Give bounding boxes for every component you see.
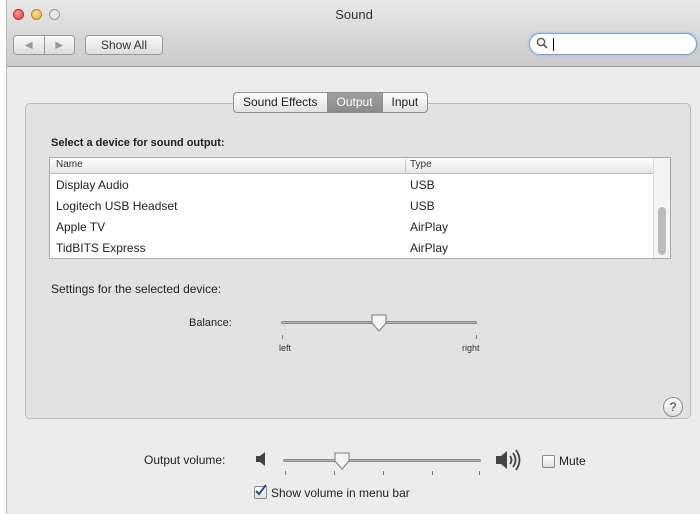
text-caret (553, 38, 554, 51)
table-row[interactable]: Logitech USB Headset USB (50, 196, 654, 216)
device-name: Apple TV (56, 220, 106, 234)
device-name: TidBITS Express (56, 241, 146, 255)
table-row[interactable]: TidBITS Express AirPlay (50, 238, 654, 258)
table-scrollbar[interactable] (653, 158, 670, 258)
column-header-name[interactable]: Name (56, 159, 83, 170)
back-forward-control: ◀ ▶ (13, 35, 75, 55)
slider-tick (432, 471, 433, 475)
help-button[interactable]: ? (663, 397, 683, 417)
search-input[interactable] (552, 36, 690, 52)
tab-output[interactable]: Output (326, 93, 382, 112)
back-button[interactable]: ◀ (14, 36, 44, 54)
search-field[interactable] (529, 33, 697, 55)
device-name: Display Audio (56, 178, 129, 192)
scrollbar-thumb[interactable] (658, 207, 666, 255)
mute-checkbox[interactable] (542, 455, 555, 468)
toolbar: Sound ◀ ▶ Show All (7, 0, 700, 67)
checkmark-icon (255, 484, 267, 496)
device-type: USB (410, 178, 435, 192)
slider-tick (476, 335, 477, 339)
slider-tick (282, 335, 283, 339)
output-device-table: Name Type Display Audio USB Logitech USB… (49, 157, 671, 259)
speaker-low-icon (256, 452, 265, 466)
section-title: Select a device for sound output: (51, 137, 225, 149)
device-type: AirPlay (410, 241, 449, 255)
search-icon (536, 37, 548, 49)
table-row[interactable]: Apple TV AirPlay (50, 217, 654, 237)
tab-bar: Sound Effects Output Input (233, 92, 429, 113)
balance-right-label: right (462, 343, 480, 353)
volume-slider-track[interactable] (283, 459, 481, 462)
balance-slider-knob[interactable] (370, 313, 388, 333)
column-divider (405, 159, 406, 172)
device-name: Logitech USB Headset (56, 199, 178, 213)
content-panel (25, 103, 691, 419)
slider-tick (383, 471, 384, 475)
slider-tick (334, 471, 335, 475)
settings-label: Settings for the selected device: (51, 282, 222, 296)
sound-preferences-window: Sound ◀ ▶ Show All Sound Effects Output … (6, 0, 700, 514)
device-type: USB (410, 199, 435, 213)
column-header-type[interactable]: Type (410, 159, 432, 170)
table-row[interactable]: Display Audio USB (50, 175, 654, 195)
output-volume-label: Output volume: (144, 453, 226, 467)
slider-tick (285, 471, 286, 475)
balance-left-label: left (279, 343, 292, 353)
tab-sound-effects[interactable]: Sound Effects (234, 93, 326, 112)
balance-label: Balance: (189, 317, 232, 329)
slider-tick (479, 471, 480, 475)
volume-slider-knob[interactable] (333, 451, 351, 471)
tab-input[interactable]: Input (381, 93, 428, 112)
forward-button[interactable]: ▶ (43, 36, 75, 54)
device-type: AirPlay (410, 220, 449, 234)
mute-label: Mute (559, 454, 586, 468)
window-title: Sound (335, 7, 373, 22)
speaker-high-icon (496, 449, 521, 471)
show-volume-in-menu-bar-label: Show volume in menu bar (271, 486, 410, 500)
table-header: Name Type (50, 158, 654, 174)
show-all-button[interactable]: Show All (85, 35, 163, 55)
show-volume-in-menu-bar-checkbox[interactable] (254, 484, 267, 499)
